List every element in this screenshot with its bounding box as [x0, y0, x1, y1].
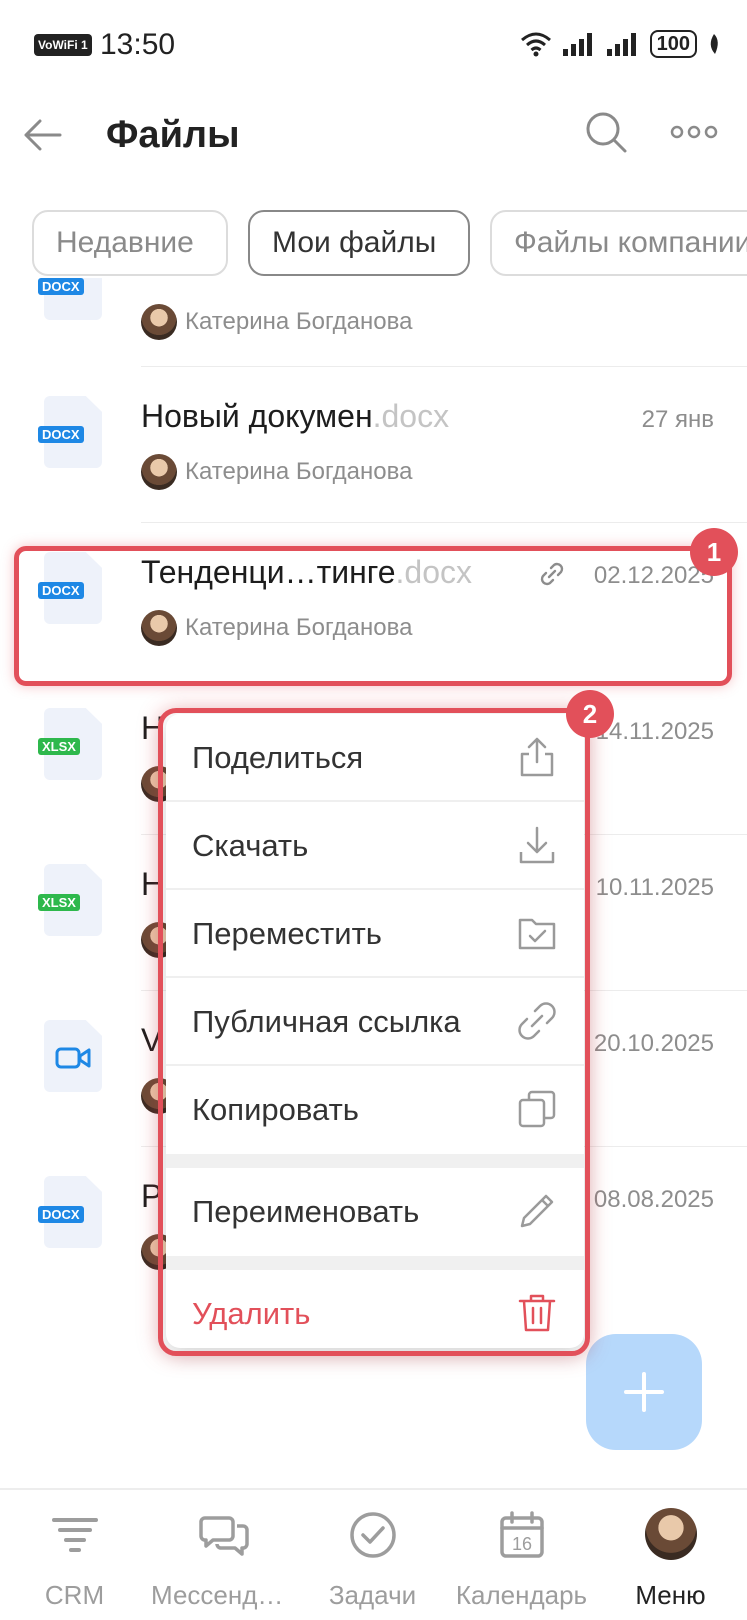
bottom-navigation: CRM Мессендж… Задачи 16 Календарь Меню [0, 1488, 747, 1620]
file-date: 27 янв [641, 406, 714, 433]
docx-file-icon: DOCX [38, 1176, 102, 1248]
status-icons: 100 [520, 30, 721, 58]
video-file-icon [44, 1020, 102, 1092]
arrow-left-icon[interactable] [20, 112, 66, 158]
step-marker-2: 2 [566, 690, 614, 738]
docx-file-icon: DOCX [38, 396, 102, 468]
file-row[interactable]: DOCX Катерина Богданова [0, 278, 747, 367]
battery-indicator: 100 [649, 30, 697, 58]
calendar-icon: 16 [499, 1511, 544, 1558]
vowifi-indicator: VoWiFi 1 [34, 34, 92, 56]
file-date: 14.11.2025 [595, 718, 714, 745]
divider [141, 522, 747, 523]
more-dots-icon[interactable] [670, 122, 718, 142]
file-name: Новый докумен.docx [141, 398, 450, 434]
file-date: 10.11.2025 [595, 874, 714, 901]
plus-icon [624, 1372, 664, 1412]
divider [141, 366, 747, 367]
highlight-selected-file [14, 546, 732, 686]
file-date: 20.10.2025 [593, 1030, 714, 1057]
file-row[interactable]: DOCX Новый докумен.docx 27 янв Катерина … [0, 368, 747, 524]
filter-tabs: Недавние Мои файлы Файлы компании [32, 208, 747, 278]
wifi-icon [520, 32, 551, 57]
avatar [141, 304, 177, 340]
avatar [141, 454, 177, 490]
highlight-context-menu [158, 708, 590, 1356]
nav-tasks[interactable]: Задачи [298, 1490, 447, 1620]
messenger-icon [198, 1516, 249, 1556]
xlsx-file-icon: XLSX [38, 864, 102, 936]
avatar [644, 1508, 697, 1560]
tab-company-files[interactable]: Файлы компании [490, 210, 747, 276]
signal-icon [562, 33, 592, 56]
nav-menu[interactable]: Меню [596, 1490, 745, 1620]
tab-recent[interactable]: Недавние [32, 210, 228, 276]
status-bar: VoWiFi 1 13:50 100 [0, 0, 747, 92]
svg-text:16: 16 [511, 1534, 531, 1554]
nav-messenger[interactable]: Мессендж… [149, 1490, 298, 1620]
xlsx-file-icon: XLSX [38, 708, 102, 780]
step-marker-1: 1 [690, 528, 738, 576]
tasks-check-icon [349, 1512, 396, 1558]
nav-calendar[interactable]: 16 Календарь [447, 1490, 596, 1620]
nav-crm[interactable]: CRM [0, 1490, 149, 1620]
signal-icon-2 [606, 33, 636, 56]
file-date: 08.08.2025 [593, 1186, 714, 1213]
file-owner: Катерина Богданова [141, 454, 412, 490]
crm-funnel-icon [51, 1518, 98, 1552]
file-owner: Катерина Богданова [141, 304, 412, 340]
search-icon[interactable] [584, 110, 628, 154]
add-file-button[interactable] [586, 1334, 702, 1450]
tab-my-files[interactable]: Мои файлы [248, 210, 470, 276]
page-title: Файлы [106, 114, 240, 156]
docx-file-icon: DOCX [38, 278, 102, 320]
status-time: 13:50 [100, 28, 176, 61]
app-header: Файлы [0, 92, 747, 202]
leaf-icon [710, 34, 718, 54]
